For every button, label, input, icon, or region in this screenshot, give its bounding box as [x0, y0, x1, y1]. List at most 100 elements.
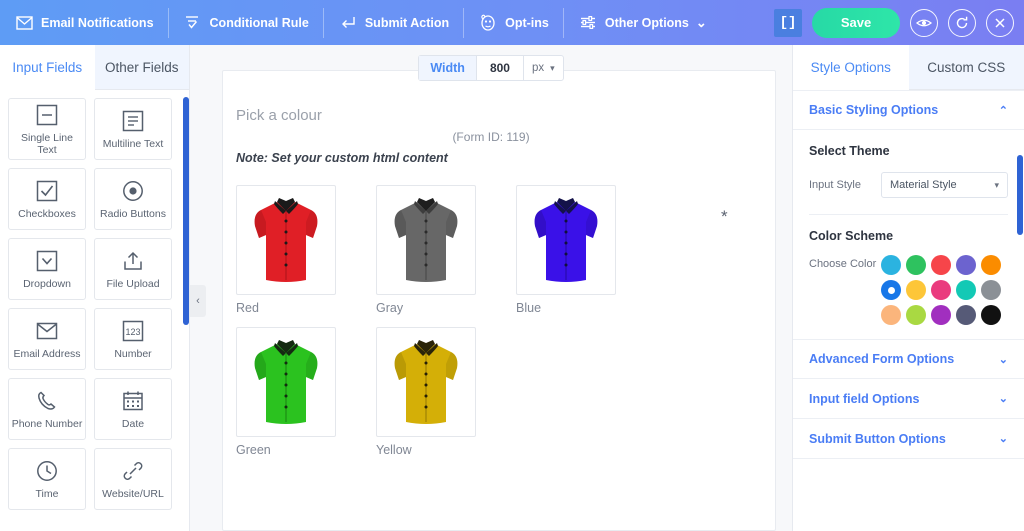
color-swatch[interactable]	[881, 305, 901, 325]
field-email-address[interactable]: Email Address	[8, 308, 86, 370]
field-date[interactable]: Date	[94, 378, 172, 440]
color-swatch[interactable]	[956, 305, 976, 325]
refresh-icon[interactable]	[948, 8, 976, 37]
field-label: Radio Buttons	[100, 207, 166, 220]
field-multiline-text[interactable]: Multiline Text	[94, 98, 172, 160]
accordion-basic-styling-options[interactable]: Basic Styling Options ⌃	[793, 90, 1024, 130]
file-upload-icon	[122, 248, 144, 274]
color-swatch-grid	[881, 255, 1003, 325]
top-toolbar: Email Notifications Conditional Rule Sub…	[0, 0, 1024, 45]
color-scheme-section: Color Scheme Choose Color	[793, 215, 1024, 325]
dropdown-icon	[36, 248, 58, 274]
form-field-title: Pick a colour	[236, 107, 322, 124]
conditional-rule-icon	[183, 13, 203, 33]
accordion-advanced-form-options[interactable]: Advanced Form Options ⌄	[793, 339, 1024, 379]
field-file-upload[interactable]: File Upload	[94, 238, 172, 300]
tab-other-fields[interactable]: Other Fields	[94, 45, 189, 90]
chevron-left-icon: ‹	[196, 295, 200, 307]
clock-icon	[36, 458, 58, 484]
tab-input-fields[interactable]: Input Fields	[0, 45, 95, 90]
color-swatch[interactable]	[981, 255, 1001, 275]
shirt-image-box	[376, 327, 476, 437]
toolbar-item-submit-action[interactable]: Submit Action	[324, 7, 465, 38]
width-box: Width 800 px ▾	[418, 55, 564, 81]
color-swatch[interactable]	[881, 255, 901, 275]
accordion-submit-button-options[interactable]: Submit Button Options ⌄	[793, 419, 1024, 459]
color-swatch[interactable]	[931, 305, 951, 325]
phone-icon	[36, 388, 58, 414]
collapse-left-panel-button[interactable]: ‹	[190, 285, 206, 317]
shirt-icon	[394, 198, 458, 282]
field-website-url[interactable]: Website/URL	[94, 448, 172, 510]
shirt-icon	[254, 198, 318, 282]
close-icon[interactable]	[986, 8, 1014, 37]
color-swatch[interactable]	[981, 280, 1001, 300]
color-option-yellow[interactable]: Yellow	[376, 327, 516, 457]
color-swatch[interactable]	[931, 255, 951, 275]
field-label: Phone Number	[11, 417, 83, 430]
field-dropdown[interactable]: Dropdown	[8, 238, 86, 300]
color-swatch[interactable]	[931, 280, 951, 300]
width-label: Width	[419, 56, 477, 80]
field-label: File Upload	[106, 277, 160, 290]
right-style-panel: Style Options Custom CSS Basic Styling O…	[792, 45, 1024, 531]
chevron-down-icon: ▾	[550, 62, 555, 73]
toolbar-label: Conditional Rule	[209, 15, 309, 30]
accordion-input-field-options[interactable]: Input field Options ⌄	[793, 379, 1024, 419]
chevron-down-icon: ⌄	[695, 14, 707, 30]
toolbar-label: Opt-ins	[505, 15, 549, 30]
left-panel-tabs: Input Fields Other Fields	[0, 45, 189, 90]
toolbar-item-optins[interactable]: Opt-ins	[464, 7, 564, 38]
preview-icon[interactable]	[910, 8, 938, 37]
field-phone-number[interactable]: Phone Number	[8, 378, 86, 440]
submit-action-icon	[338, 13, 358, 33]
field-number[interactable]: 123 Number	[94, 308, 172, 370]
toolbar-item-email-notifications[interactable]: Email Notifications	[0, 7, 169, 38]
input-style-select[interactable]: Material Style ▾	[881, 172, 1008, 198]
right-panel-scrollbar[interactable]	[1017, 155, 1023, 235]
color-option-green[interactable]: Green	[236, 327, 376, 457]
width-unit-select[interactable]: px ▾	[524, 56, 563, 80]
color-swatch[interactable]	[956, 255, 976, 275]
collapsed-sections: Advanced Form Options ⌄ Input field Opti…	[793, 339, 1024, 459]
color-swatch-selected[interactable]	[881, 280, 901, 300]
toolbar-menu: Email Notifications Conditional Rule Sub…	[0, 0, 721, 45]
toolbar-item-other-options[interactable]: Other Options ⌄	[564, 8, 721, 38]
color-option-gray[interactable]: Gray	[376, 185, 516, 315]
color-swatch[interactable]	[981, 305, 1001, 325]
save-button[interactable]: Save	[812, 7, 900, 38]
style-options-body: Basic Styling Options ⌃ Select Theme Inp…	[793, 90, 1024, 531]
right-panel-tabs: Style Options Custom CSS	[793, 45, 1024, 90]
accordion-label: Input field Options	[809, 391, 920, 406]
color-option-red[interactable]: Red	[236, 185, 376, 315]
form-content: Pick a colour Note: Set your custom html…	[236, 107, 736, 226]
chevron-down-icon: ⌄	[998, 353, 1008, 366]
field-radio-buttons[interactable]: Radio Buttons	[94, 168, 172, 230]
canvas-width-control: Width 800 px ▾	[190, 55, 792, 81]
color-option-grid: Red Gray Blue Green Yellow	[236, 185, 736, 469]
width-input[interactable]: 800	[477, 56, 524, 80]
shirt-image-box	[376, 185, 476, 295]
toolbar-label: Other Options	[604, 15, 689, 30]
left-panel-scrollbar[interactable]	[183, 97, 189, 325]
sliders-icon	[578, 13, 598, 33]
field-time[interactable]: Time	[8, 448, 86, 510]
color-swatch[interactable]	[906, 305, 926, 325]
color-option-blue[interactable]: Blue	[516, 185, 656, 315]
single-line-text-icon	[36, 102, 58, 128]
code-view-button[interactable]: []	[774, 8, 802, 37]
field-single-line-text[interactable]: Single Line Text	[8, 98, 86, 160]
choose-color-label: Choose Color	[809, 258, 877, 270]
field-checkboxes[interactable]: Checkboxes	[8, 168, 86, 230]
color-swatch[interactable]	[906, 255, 926, 275]
color-swatch[interactable]	[906, 280, 926, 300]
tab-style-options[interactable]: Style Options	[793, 45, 909, 90]
color-swatch[interactable]	[956, 280, 976, 300]
field-label: Website/URL	[102, 487, 164, 500]
tab-custom-css[interactable]: Custom CSS	[908, 45, 1024, 90]
toolbar-item-conditional-rule[interactable]: Conditional Rule	[169, 7, 324, 38]
shirt-image-box	[516, 185, 616, 295]
form-canvas: Width 800 px ▾ (Form ID: 119) Pick a col…	[190, 45, 792, 531]
shirt-image-box	[236, 327, 336, 437]
toolbar-label: Submit Action	[364, 15, 450, 30]
